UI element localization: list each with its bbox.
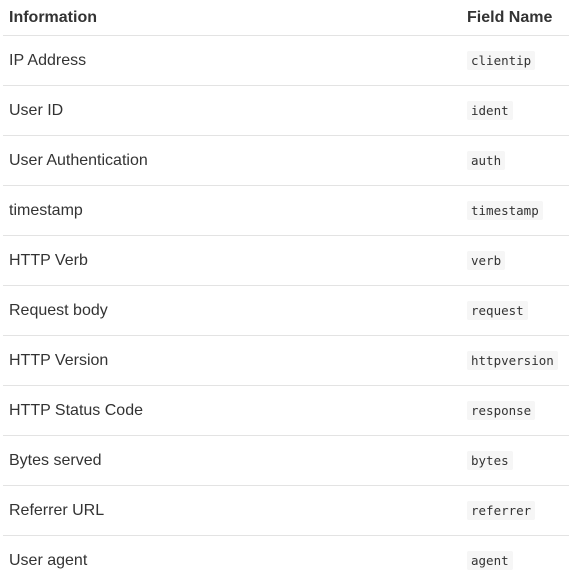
- field-name-cell: referrer: [467, 486, 569, 536]
- table-row: Bytes servedbytes: [3, 436, 569, 486]
- field-name-code: httpversion: [467, 351, 558, 370]
- field-name-code: verb: [467, 251, 505, 270]
- field-name-cell: agent: [467, 536, 569, 585]
- table-header-row: Information Field Name: [3, 0, 569, 36]
- table-row: HTTP Verbverb: [3, 236, 569, 286]
- table-row: User IDident: [3, 86, 569, 136]
- table-row: User agentagent: [3, 536, 569, 585]
- field-name-cell: timestamp: [467, 186, 569, 236]
- field-name-cell: response: [467, 386, 569, 436]
- field-name-code: timestamp: [467, 201, 543, 220]
- information-cell: HTTP Version: [3, 336, 467, 386]
- field-name-code: clientip: [467, 51, 535, 70]
- field-name-cell: auth: [467, 136, 569, 186]
- information-cell: User ID: [3, 86, 467, 136]
- field-name-cell: clientip: [467, 36, 569, 86]
- information-cell: timestamp: [3, 186, 467, 236]
- field-name-code: bytes: [467, 451, 513, 470]
- information-cell: IP Address: [3, 36, 467, 86]
- field-name-cell: request: [467, 286, 569, 336]
- information-cell: HTTP Verb: [3, 236, 467, 286]
- table-row: Request bodyrequest: [3, 286, 569, 336]
- table-row: HTTP Status Coderesponse: [3, 386, 569, 436]
- field-name-code: request: [467, 301, 528, 320]
- field-name-cell: ident: [467, 86, 569, 136]
- field-name-code: ident: [467, 101, 513, 120]
- field-name-code: referrer: [467, 501, 535, 520]
- field-name-code: response: [467, 401, 535, 420]
- table-row: IP Addressclientip: [3, 36, 569, 86]
- table-row: HTTP Versionhttpversion: [3, 336, 569, 386]
- header-field-name: Field Name: [467, 0, 569, 36]
- field-name-code: agent: [467, 551, 513, 570]
- header-information: Information: [3, 0, 467, 36]
- field-name-code: auth: [467, 151, 505, 170]
- field-mapping-table: Information Field Name IP Addressclienti…: [3, 0, 569, 585]
- information-cell: Request body: [3, 286, 467, 336]
- field-name-cell: bytes: [467, 436, 569, 486]
- information-cell: User Authentication: [3, 136, 467, 186]
- table-row: User Authenticationauth: [3, 136, 569, 186]
- field-name-cell: httpversion: [467, 336, 569, 386]
- table-row: timestamptimestamp: [3, 186, 569, 236]
- information-cell: Bytes served: [3, 436, 467, 486]
- table-row: Referrer URLreferrer: [3, 486, 569, 536]
- information-cell: User agent: [3, 536, 467, 585]
- field-name-cell: verb: [467, 236, 569, 286]
- information-cell: HTTP Status Code: [3, 386, 467, 436]
- information-cell: Referrer URL: [3, 486, 467, 536]
